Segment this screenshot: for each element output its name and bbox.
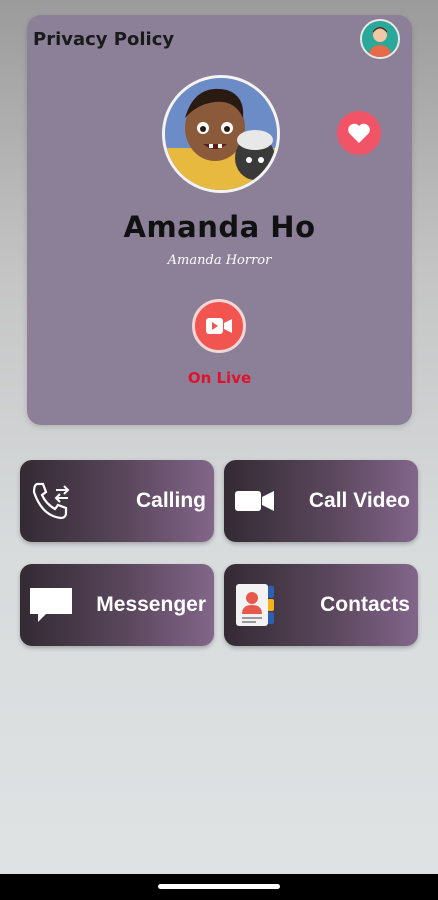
video-camera-icon	[235, 491, 274, 511]
live-button[interactable]	[192, 299, 246, 353]
heart-icon	[348, 123, 370, 143]
calling-label: Calling	[135, 489, 206, 512]
profile-card: Privacy Policy Amanda Ho Amanda Horror O…	[27, 15, 412, 425]
profile-subtitle: Amanda Horror	[167, 253, 272, 268]
system-nav-bar	[0, 874, 438, 900]
chat-bubble-icon	[30, 588, 72, 622]
profile-name: Amanda Ho	[123, 210, 316, 244]
contacts-label: Contacts	[320, 593, 410, 616]
user-avatar-icon	[362, 21, 398, 57]
cartoon-avatar-image	[165, 78, 277, 190]
calling-button[interactable]: Calling	[20, 460, 214, 542]
messenger-button[interactable]: Messenger	[20, 564, 214, 646]
call-video-button[interactable]: Call Video	[224, 460, 418, 542]
phone-transfer-icon	[32, 482, 70, 520]
home-indicator[interactable]	[158, 884, 280, 889]
privacy-policy-link[interactable]: Privacy Policy	[33, 29, 174, 50]
live-status-label: On Live	[187, 369, 252, 387]
favorite-button[interactable]	[337, 111, 381, 155]
user-avatar[interactable]	[360, 19, 400, 59]
call-video-label: Call Video	[308, 489, 410, 512]
contacts-button[interactable]: Contacts	[224, 564, 418, 646]
profile-picture	[162, 75, 280, 193]
video-record-icon	[206, 318, 232, 334]
contacts-book-icon	[236, 584, 274, 626]
messenger-label: Messenger	[96, 593, 206, 616]
